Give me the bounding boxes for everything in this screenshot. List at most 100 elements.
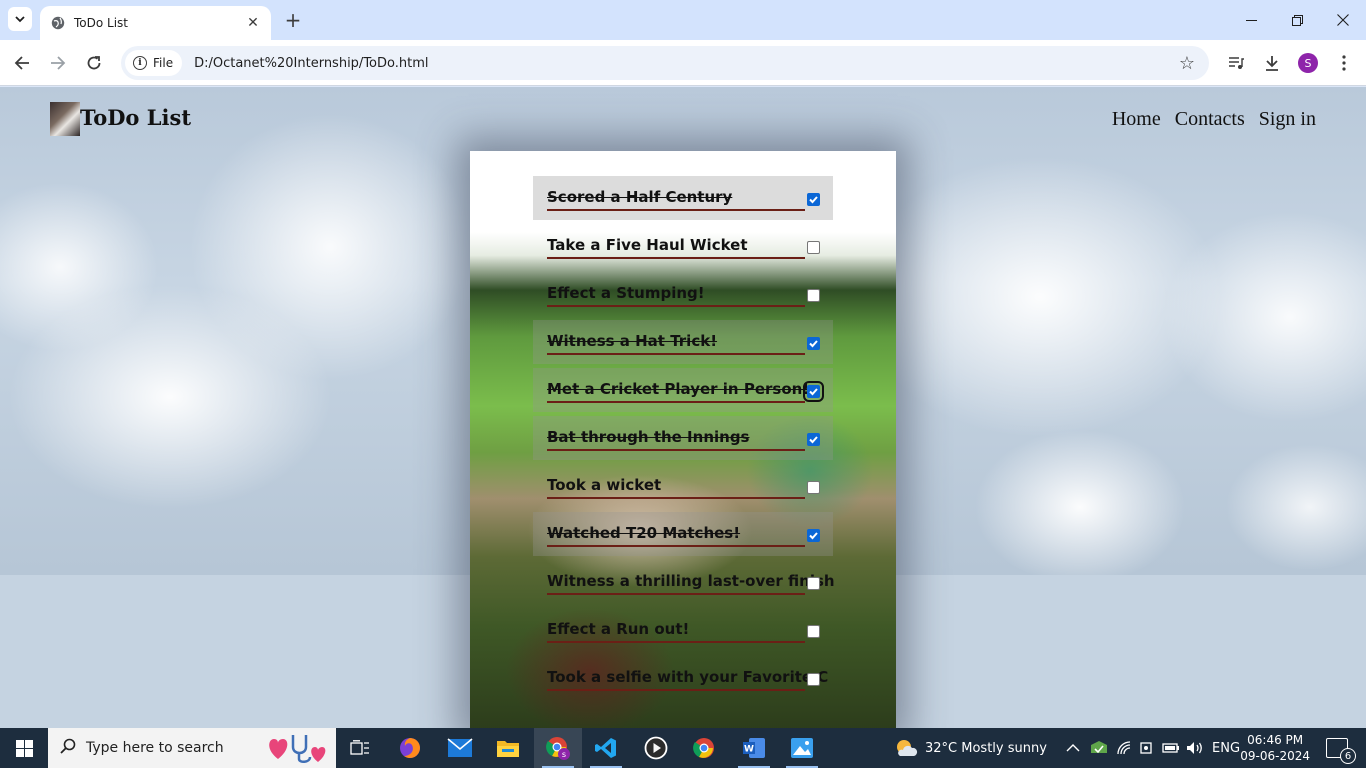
clock-date: 09-06-2024 (1240, 749, 1310, 763)
todo-item[interactable]: Effect a Run out! (533, 608, 833, 652)
todo-text: Bat through the Innings (547, 428, 750, 446)
security-shield-icon[interactable] (1090, 728, 1108, 768)
todo-checkbox[interactable] (807, 625, 820, 638)
todo-checkbox[interactable] (807, 193, 820, 206)
close-tab-icon[interactable]: ✕ (245, 15, 261, 31)
todo-text: Witness a Hat Trick! (547, 332, 718, 350)
todo-underline (547, 353, 805, 355)
todo-text: Met a Cricket Player in Person! (547, 380, 810, 398)
todo-checkbox[interactable] (807, 337, 820, 350)
todo-item[interactable]: Witness a Hat Trick! (533, 320, 833, 364)
tab-search-button[interactable] (8, 7, 32, 31)
weather-widget[interactable]: 32°C Mostly sunny (894, 728, 1047, 768)
download-icon[interactable] (1258, 49, 1286, 77)
meet-now-icon[interactable] (1140, 728, 1154, 768)
site-info-label: File (153, 56, 174, 70)
word-icon[interactable]: W (730, 728, 778, 768)
todo-item[interactable]: Effect a Stumping! (533, 272, 833, 316)
show-hidden-icons-chevron-up-icon[interactable] (1066, 728, 1080, 768)
nav-signin-link[interactable]: Sign in (1259, 108, 1316, 131)
chrome-profile-app-icon[interactable]: s (534, 728, 582, 768)
profile-avatar[interactable]: S (1298, 53, 1318, 73)
todo-checkbox[interactable] (807, 433, 820, 446)
restore-button[interactable] (1274, 0, 1320, 40)
info-icon: i (133, 56, 147, 70)
todo-underline (547, 641, 805, 643)
photos-icon[interactable] (778, 728, 826, 768)
todo-text: Effect a Run out! (547, 620, 690, 638)
site-title: ToDo List (80, 105, 192, 130)
svg-text:s: s (562, 750, 566, 759)
todo-underline (547, 545, 805, 547)
browser-tabstrip: ToDo List ✕ + (0, 0, 1366, 40)
todo-underline (547, 305, 805, 307)
todo-item[interactable]: Met a Cricket Player in Person! (533, 368, 833, 412)
nav-home-link[interactable]: Home (1112, 108, 1161, 131)
site-logo-image (50, 102, 80, 136)
reload-button[interactable] (80, 49, 108, 77)
weather-text: 32°C Mostly sunny (925, 740, 1047, 756)
site-info-chip[interactable]: i File (125, 50, 183, 76)
taskbar-search-box[interactable]: Type here to search (48, 728, 336, 768)
todo-underline (547, 209, 805, 211)
clock-time: 06:46 PM (1247, 733, 1304, 747)
more-menu-icon[interactable] (1330, 49, 1358, 77)
minimize-button[interactable] (1228, 0, 1274, 40)
todo-item[interactable]: Took a wicket (533, 464, 833, 508)
todo-item[interactable]: Scored a Half Century (533, 176, 833, 220)
checkmark-icon (809, 340, 818, 348)
todo-underline (547, 257, 805, 259)
clock[interactable]: 06:46 PM 09-06-2024 (1240, 732, 1310, 764)
search-placeholder: Type here to search (86, 740, 224, 756)
todo-checkbox[interactable] (807, 577, 820, 590)
todo-checkbox-focused[interactable] (803, 381, 824, 402)
back-button[interactable] (8, 49, 36, 77)
forward-button[interactable] (44, 49, 72, 77)
firefox-icon[interactable] (386, 728, 434, 768)
new-tab-button[interactable]: + (282, 9, 304, 31)
search-icon (60, 738, 76, 758)
todo-item[interactable]: Took a selfie with your Favorite C (533, 656, 833, 700)
start-button[interactable] (0, 728, 48, 768)
globe-icon (50, 15, 66, 31)
todo-underline (547, 401, 805, 403)
chrome-icon[interactable] (680, 728, 728, 768)
todo-item[interactable]: Watched T20 Matches! (533, 512, 833, 556)
checkmark-icon (809, 196, 818, 204)
vscode-icon[interactable] (582, 728, 630, 768)
url-text[interactable]: D:/Octanet%20Internship/ToDo.html (194, 56, 1171, 71)
nav-contacts-link[interactable]: Contacts (1175, 108, 1245, 131)
speaker-icon[interactable] (1186, 728, 1204, 768)
todo-checkbox[interactable] (807, 481, 820, 494)
reload-icon (87, 56, 101, 70)
bookmark-star-icon[interactable]: ☆ (1171, 47, 1203, 79)
task-view-icon[interactable] (336, 728, 384, 768)
todo-checkbox[interactable] (807, 289, 820, 302)
todo-checkbox[interactable] (807, 529, 820, 542)
todo-card: Scored a Half Century Take a Five Haul W… (470, 151, 896, 728)
todo-text: Witness a thrilling last-over finish (547, 572, 835, 590)
browser-tab[interactable]: ToDo List ✕ (40, 6, 271, 40)
checkmark-icon (809, 388, 818, 396)
address-bar[interactable]: i File D:/Octanet%20Internship/ToDo.html… (121, 46, 1209, 80)
chevron-down-icon (15, 16, 25, 23)
battery-icon[interactable] (1162, 728, 1180, 768)
arrow-right-icon (51, 56, 66, 70)
media-control-icon[interactable] (1222, 49, 1250, 77)
todo-text: Take a Five Haul Wicket (547, 236, 748, 254)
wifi-icon[interactable] (1116, 728, 1132, 768)
todo-text: Took a selfie with your Favorite C (547, 668, 829, 686)
media-player-icon[interactable] (632, 728, 680, 768)
todo-item[interactable]: Bat through the Innings (533, 416, 833, 460)
site-nav: Home Contacts Sign in (1112, 108, 1316, 131)
checkmark-icon (809, 436, 818, 444)
todo-item[interactable]: Witness a thrilling last-over finish (533, 560, 835, 604)
todo-checkbox[interactable] (807, 673, 820, 686)
file-explorer-icon[interactable] (484, 728, 532, 768)
mail-icon[interactable] (436, 728, 484, 768)
language-indicator[interactable]: ENG (1212, 728, 1240, 768)
close-window-button[interactable] (1320, 0, 1366, 40)
todo-checkbox[interactable] (807, 241, 820, 254)
todo-item[interactable]: Take a Five Haul Wicket (533, 224, 833, 268)
taskbar: Type here to search s W 32°C Mostly sunn… (0, 728, 1366, 768)
